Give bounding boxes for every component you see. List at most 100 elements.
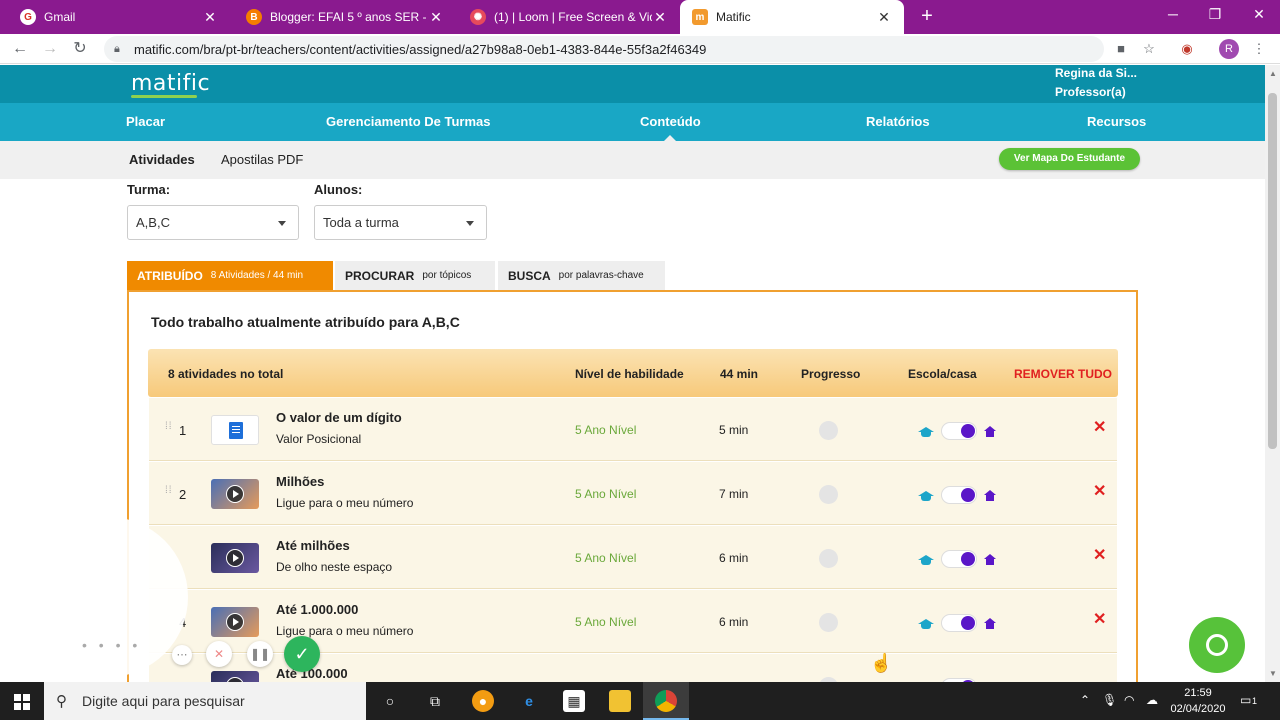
remove-activity-icon[interactable]: ✕: [1093, 609, 1106, 629]
nav-relatorios[interactable]: Relatórios: [866, 114, 930, 129]
nav-turmas[interactable]: Gerenciamento De Turmas: [326, 114, 490, 129]
school-home-toggle[interactable]: [941, 486, 977, 504]
video-thumbnail[interactable]: [211, 479, 259, 509]
tab-title: Blogger: EFAI 5 º anos SER - Toda: [270, 10, 428, 24]
notifications-icon[interactable]: ▭: [1240, 693, 1251, 707]
close-tab-icon[interactable]: ✕: [202, 9, 218, 26]
edge-icon[interactable]: e: [518, 690, 540, 712]
school-home-toggle[interactable]: [941, 550, 977, 568]
search-placeholder: Digite aqui para pesquisar: [82, 693, 245, 709]
loom-cancel-icon[interactable]: ✕: [206, 641, 232, 667]
activity-title[interactable]: O valor de um dígito: [276, 410, 402, 425]
user-role: Professor(a): [1055, 85, 1126, 99]
drag-handle-icon[interactable]: ⁞⁞: [165, 422, 175, 438]
worksheet-thumbnail[interactable]: [211, 415, 259, 445]
minimize-icon[interactable]: ─: [1158, 6, 1188, 22]
tab-title: Matific: [716, 10, 751, 24]
url-field[interactable]: 🔒︎ matific.com/bra/pt-br/teachers/conten…: [104, 36, 1104, 62]
back-icon[interactable]: ←: [10, 39, 30, 59]
user-name[interactable]: Regina da Si...: [1055, 66, 1137, 80]
students-select[interactable]: Toda a turma: [314, 205, 487, 240]
loom-more-dots-icon[interactable]: • • • •: [82, 637, 141, 653]
school-cap-icon: [918, 427, 934, 437]
wifi-icon[interactable]: ◠: [1124, 693, 1134, 707]
loom-camera-bubble[interactable]: [28, 517, 188, 677]
tab-busca[interactable]: BUSCA por palavras-chave: [498, 261, 665, 290]
tray-chevron-icon[interactable]: ⌃: [1080, 693, 1090, 707]
chrome-icon[interactable]: [655, 690, 677, 712]
restore-icon[interactable]: ❐: [1200, 6, 1230, 23]
school-home-toggle[interactable]: [941, 614, 977, 632]
close-tab-icon[interactable]: ✕: [428, 9, 444, 26]
bookmark-star-icon[interactable]: ☆: [1140, 40, 1158, 58]
scroll-up-icon[interactable]: ▲: [1269, 69, 1277, 78]
windows-start-icon[interactable]: [14, 694, 30, 710]
cloud-icon[interactable]: ☁: [1146, 693, 1158, 707]
cortana-icon[interactable]: ○: [379, 690, 401, 712]
subnav-apostilas[interactable]: Apostilas PDF: [221, 152, 303, 167]
close-window-icon[interactable]: ✕: [1244, 6, 1274, 23]
reload-icon[interactable]: ↻: [70, 39, 90, 59]
clock[interactable]: 21:59 02/04/2020: [1168, 685, 1228, 717]
file-explorer-icon[interactable]: [609, 690, 631, 712]
app-icon[interactable]: ●: [472, 690, 494, 712]
toggle-knob: [961, 424, 975, 438]
camera-icon[interactable]: ■: [1112, 40, 1130, 58]
profile-avatar[interactable]: R: [1219, 39, 1239, 59]
loom-finish-icon[interactable]: ✓: [284, 636, 320, 672]
forward-icon[interactable]: →: [40, 39, 60, 59]
table-row[interactable]: Até milhões De olho neste espaço 5 Ano N…: [149, 526, 1117, 589]
help-chat-button[interactable]: [1189, 617, 1245, 673]
play-icon: [226, 613, 244, 631]
activity-level: 5 Ano Nível: [575, 551, 637, 565]
tab-atribuido[interactable]: ATRIBUÍDO 8 Atividades / 44 min: [127, 261, 333, 290]
school-home-toggle[interactable]: [941, 422, 977, 440]
nav-conteudo[interactable]: Conteúdo: [640, 114, 701, 129]
microphone-icon[interactable]: 🎙︎: [1102, 693, 1117, 707]
toggle-knob: [961, 552, 975, 566]
remove-all-button[interactable]: REMOVER TUDO: [1014, 367, 1112, 381]
table-row[interactable]: ⁞⁞ 1 O valor de um dígito Valor Posicion…: [149, 398, 1117, 461]
scroll-down-icon[interactable]: ▼: [1269, 669, 1277, 678]
tab-blogger[interactable]: B Blogger: EFAI 5 º anos SER - Toda ✕: [234, 0, 456, 34]
activity-time: 6 min: [719, 615, 749, 629]
remove-activity-icon[interactable]: ✕: [1093, 545, 1106, 565]
remove-activity-icon[interactable]: ✕: [1093, 481, 1106, 501]
remove-activity-icon[interactable]: ✕: [1093, 417, 1106, 437]
extension-icon[interactable]: ◉: [1178, 40, 1196, 58]
class-select[interactable]: A,B,C: [127, 205, 299, 240]
page-content: matific Regina da Si... Professor(a) Pla…: [0, 65, 1265, 682]
subnav-atividades[interactable]: Atividades: [129, 152, 195, 167]
taskbar-search[interactable]: ⚲ Digite aqui para pesquisar: [44, 682, 366, 720]
drag-handle-icon[interactable]: ⁞⁞: [165, 486, 175, 502]
home-icon: [984, 426, 996, 437]
tab-matific[interactable]: m Matific ✕: [680, 0, 904, 34]
video-thumbnail[interactable]: [211, 607, 259, 637]
store-icon[interactable]: ▦: [563, 690, 585, 712]
page-scrollbar[interactable]: ▲ ▼: [1265, 65, 1280, 682]
video-thumbnail[interactable]: [211, 671, 259, 682]
tab-gmail[interactable]: G Gmail ✕: [8, 0, 230, 34]
menu-icon[interactable]: ⋮: [1250, 40, 1268, 58]
activity-title[interactable]: Até milhões: [276, 538, 350, 553]
tab-title: Gmail: [44, 10, 76, 24]
loom-options-icon[interactable]: ⋯: [172, 645, 192, 665]
nav-placar[interactable]: Placar: [126, 114, 165, 129]
tab-loom[interactable]: ✺ (1) | Loom | Free Screen & Video ✕: [458, 0, 680, 34]
progress-indicator: [819, 549, 838, 568]
student-map-button[interactable]: Ver Mapa Do Estudante: [999, 148, 1140, 170]
activity-level: 5 Ano Nível: [575, 423, 637, 437]
new-tab-button[interactable]: +: [916, 6, 938, 28]
video-thumbnail[interactable]: [211, 543, 259, 573]
table-row[interactable]: ⁞⁞ 2 Milhões Ligue para o meu número 5 A…: [149, 462, 1117, 525]
task-view-icon[interactable]: ⧉: [424, 690, 446, 712]
activity-title[interactable]: Milhões: [276, 474, 324, 489]
scrollbar-thumb[interactable]: [1268, 93, 1277, 449]
close-tab-icon[interactable]: ✕: [876, 9, 892, 26]
close-tab-icon[interactable]: ✕: [652, 9, 668, 26]
activity-title[interactable]: Até 1.000.000: [276, 602, 358, 617]
loom-pause-icon[interactable]: ❚❚: [247, 641, 273, 667]
matific-logo[interactable]: matific: [131, 71, 210, 96]
nav-recursos[interactable]: Recursos: [1087, 114, 1146, 129]
tab-procurar[interactable]: PROCURAR por tópicos: [335, 261, 495, 290]
